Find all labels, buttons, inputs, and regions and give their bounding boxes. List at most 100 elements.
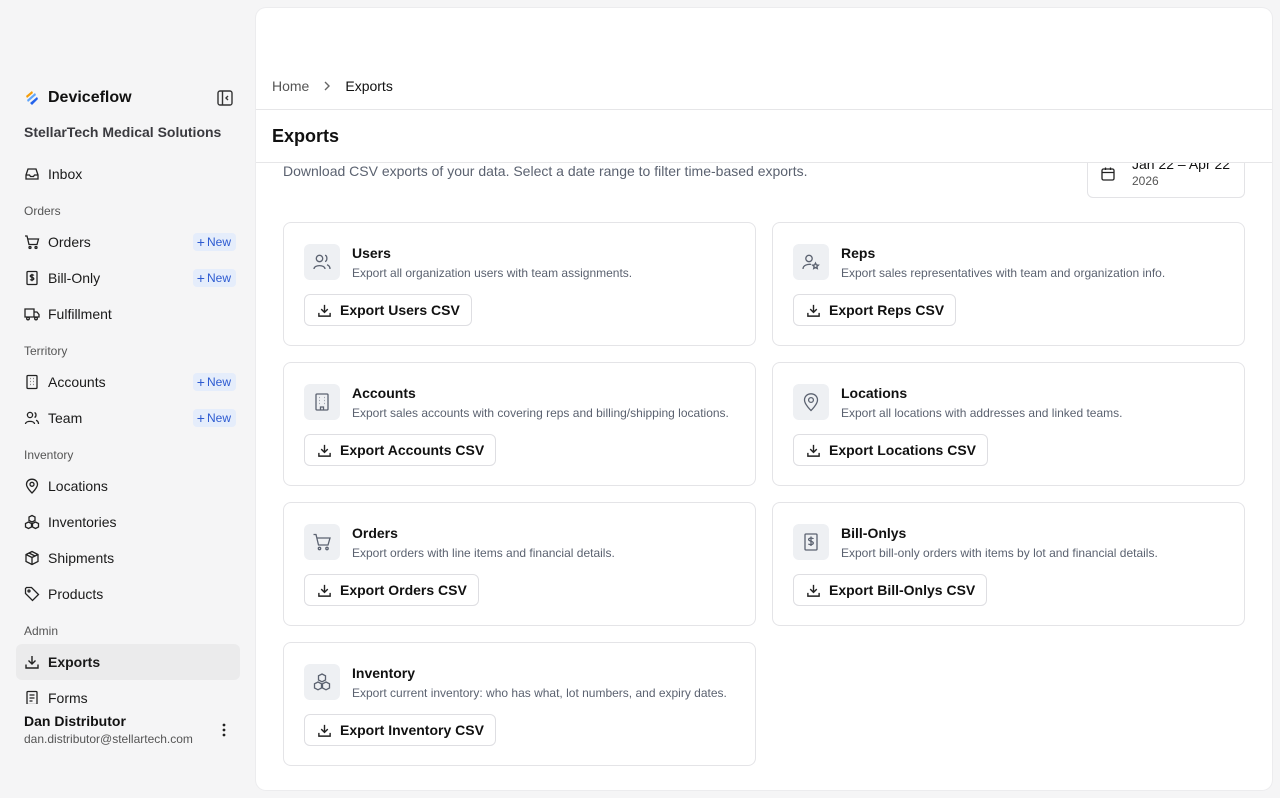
brand[interactable]: Deviceflow <box>24 88 132 108</box>
card-description: Export sales representatives with team a… <box>841 266 1166 280</box>
sidebar-item-forms[interactable]: Forms <box>16 680 240 704</box>
sidebar-item-fulfillment[interactable]: Fulfillment <box>16 296 240 332</box>
download-icon <box>806 303 821 318</box>
sidebar-item-label: Fulfillment <box>48 306 112 322</box>
plus-icon: + <box>196 374 205 390</box>
sidebar-item-label: Inventories <box>48 514 117 530</box>
brand-name: Deviceflow <box>48 89 132 106</box>
card-description: Export current inventory: who has what, … <box>352 686 727 700</box>
sidebar-item-label: Products <box>48 586 104 602</box>
export-card-orders: Orders Export orders with line items and… <box>283 502 756 626</box>
card-description: Export all organization users with team … <box>352 266 633 280</box>
user-profile[interactable]: Dan Distributor dan.distributor@stellart… <box>24 713 240 746</box>
export-card-bill-onlys: Bill-Onlys Export bill-only orders with … <box>772 502 1245 626</box>
card-title: Bill-Onlys <box>841 525 907 541</box>
card-title: Inventory <box>352 665 416 681</box>
form-icon <box>24 690 40 704</box>
user-star-icon <box>793 244 829 280</box>
page-description: Download CSV exports of your data. Selec… <box>283 163 808 179</box>
nav-section-inventory: Inventory <box>24 448 74 462</box>
sidebar-item-products[interactable]: Products <box>16 576 240 612</box>
package-icon <box>24 550 40 566</box>
export-users-button[interactable]: Export Users CSV <box>304 294 472 326</box>
page-title: Exports <box>272 126 340 146</box>
card-title: Locations <box>841 385 908 401</box>
nav-section-admin: Admin <box>24 624 59 638</box>
plus-icon: + <box>196 410 205 426</box>
button-label: Export Inventory CSV <box>340 722 484 738</box>
boxes-icon <box>24 514 40 530</box>
sidebar-item-label: Forms <box>48 690 88 704</box>
breadcrumb-current: Exports <box>345 78 393 94</box>
chevron-right-icon <box>321 80 333 92</box>
card-title: Users <box>352 245 391 261</box>
new-bill-only-button[interactable]: + New <box>192 269 236 287</box>
sidebar-item-inbox[interactable]: Inbox <box>16 156 240 192</box>
plus-icon: + <box>196 234 205 250</box>
badge-label: New <box>206 375 231 389</box>
users-icon <box>24 410 40 426</box>
sidebar-item-bill-only[interactable]: Bill-Only + New <box>16 260 240 296</box>
export-accounts-button[interactable]: Export Accounts CSV <box>304 434 497 466</box>
export-card-reps: Reps Export sales representatives with t… <box>772 222 1245 346</box>
button-label: Export Users CSV <box>340 302 460 318</box>
sidebar-item-exports[interactable]: Exports <box>16 644 240 680</box>
sidebar-item-team[interactable]: Team + New <box>16 400 240 436</box>
download-icon <box>317 303 332 318</box>
export-inventory-button[interactable]: Export Inventory CSV <box>304 714 496 746</box>
new-team-button[interactable]: + New <box>192 409 236 427</box>
sidebar-item-label: Locations <box>48 478 108 494</box>
calendar-icon <box>1100 166 1116 182</box>
tag-icon <box>24 586 40 602</box>
button-label: Export Reps CSV <box>829 302 945 318</box>
card-description: Export all locations with addresses and … <box>841 406 1123 420</box>
map-pin-icon <box>24 478 40 494</box>
cart-icon <box>24 234 40 250</box>
download-icon <box>317 723 332 738</box>
export-card-users: Users Export all organization users with… <box>283 222 756 346</box>
export-orders-button[interactable]: Export Orders CSV <box>304 574 479 606</box>
main-panel: Home Exports Exports Download CSV export… <box>256 8 1272 790</box>
download-icon <box>24 654 40 670</box>
new-account-button[interactable]: + New <box>192 373 236 391</box>
plus-icon: + <box>196 270 205 286</box>
export-locations-button[interactable]: Export Locations CSV <box>793 434 989 466</box>
button-label: Export Accounts CSV <box>340 442 485 458</box>
export-reps-button[interactable]: Export Reps CSV <box>793 294 957 326</box>
breadcrumb-home[interactable]: Home <box>272 78 309 94</box>
receipt-dollar-icon <box>793 524 829 560</box>
receipt-dollar-icon <box>24 270 40 286</box>
date-range-year: 2026 <box>1132 174 1159 188</box>
nav-section-territory: Territory <box>24 344 68 358</box>
sidebar-item-label: Exports <box>48 654 101 670</box>
card-description: Export sales accounts with covering reps… <box>352 406 729 420</box>
sidebar-item-locations[interactable]: Locations <box>16 468 240 504</box>
building-icon <box>304 384 340 420</box>
sidebar-toggle-icon[interactable] <box>216 89 234 107</box>
exports-content[interactable]: Download CSV exports of your data. Selec… <box>256 163 1272 790</box>
sidebar-item-accounts[interactable]: Accounts + New <box>16 364 240 400</box>
download-icon <box>806 443 821 458</box>
export-bill-onlys-button[interactable]: Export Bill-Onlys CSV <box>793 574 988 606</box>
nav-section-orders: Orders <box>24 204 61 218</box>
export-card-inventory: Inventory Export current inventory: who … <box>283 642 756 766</box>
header-divider <box>256 109 1272 110</box>
download-icon <box>317 443 332 458</box>
user-email: dan.distributor@stellartech.com <box>24 732 193 746</box>
sidebar-item-inventories[interactable]: Inventories <box>16 504 240 540</box>
sidebar-item-label: Inbox <box>48 166 83 182</box>
download-icon <box>317 583 332 598</box>
sidebar-item-label: Bill-Only <box>48 270 101 286</box>
export-card-locations: Locations Export all locations with addr… <box>772 362 1245 486</box>
button-label: Export Locations CSV <box>829 442 977 458</box>
new-order-button[interactable]: + New <box>192 233 236 251</box>
sidebar-item-label: Orders <box>48 234 91 250</box>
cart-icon <box>304 524 340 560</box>
date-range-label: Jan 22 – Apr 22 <box>1132 163 1231 172</box>
sidebar-item-orders[interactable]: Orders + New <box>16 224 240 260</box>
more-vertical-icon[interactable] <box>216 722 232 738</box>
building-icon <box>24 374 40 390</box>
sidebar-item-shipments[interactable]: Shipments <box>16 540 240 576</box>
card-description: Export orders with line items and financ… <box>352 546 615 560</box>
date-range-picker[interactable]: Jan 22 – Apr 22 2026 <box>1087 163 1245 198</box>
